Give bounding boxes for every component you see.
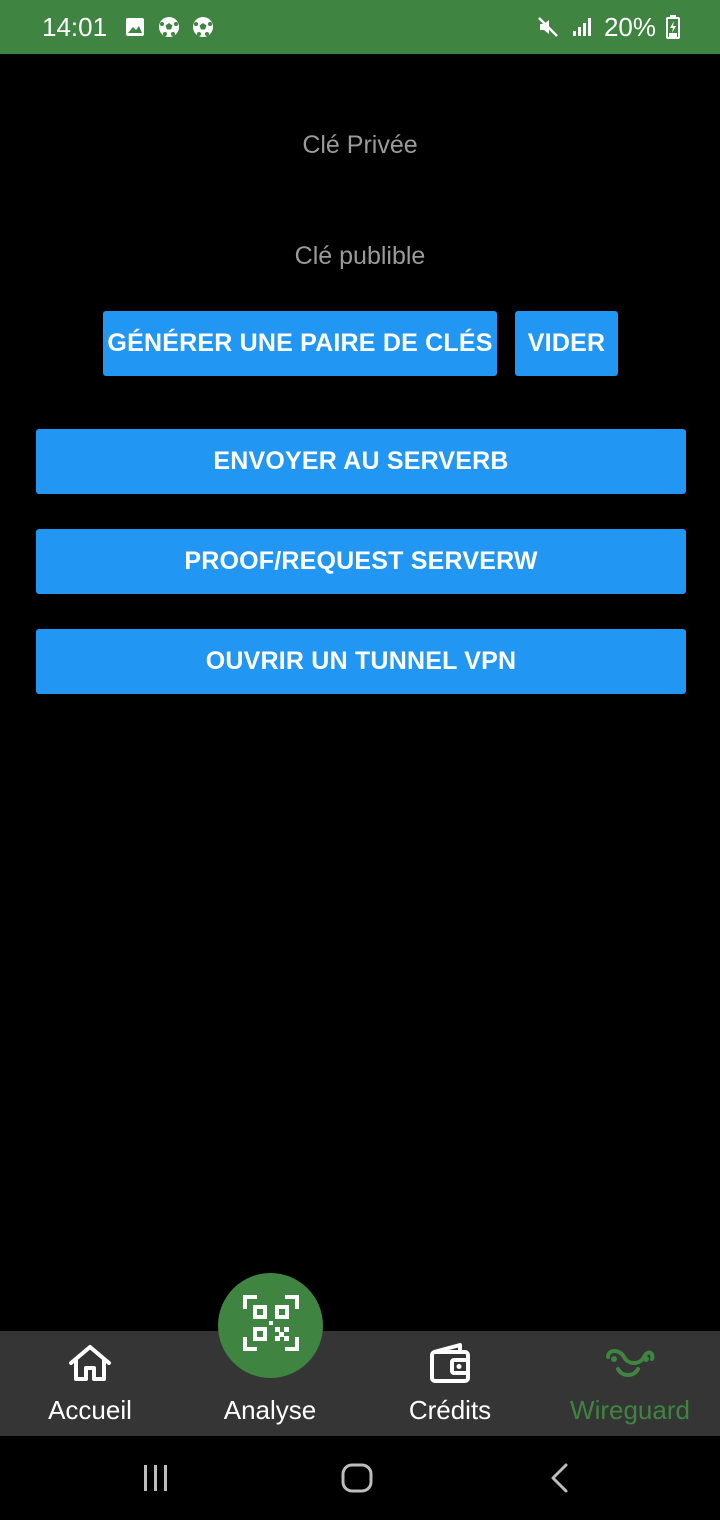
soccer-ball-icon [157, 15, 181, 39]
recent-apps-icon[interactable] [140, 1462, 172, 1499]
nav-label-wireguard: Wireguard [570, 1395, 690, 1425]
status-bar: 14:01 20% [0, 0, 720, 54]
nav-item-credits[interactable]: Crédits [360, 1331, 540, 1436]
proof-request-button[interactable]: PROOF/REQUEST SERVERW [36, 529, 686, 594]
status-time: 14:01 [42, 11, 108, 42]
mute-icon [536, 15, 560, 39]
bottom-navigation: Accueil Analyse Crédits Wireguard [0, 1331, 720, 1436]
soccer-ball-icon [191, 15, 215, 39]
nav-item-accueil[interactable]: Accueil [0, 1331, 180, 1436]
clear-button[interactable]: VIDER [515, 311, 618, 376]
private-key-label: Clé Privée [302, 131, 418, 159]
public-key-label: Clé publible [294, 242, 426, 270]
open-vpn-tunnel-button[interactable]: OUVRIR UN TUNNEL VPN [36, 629, 686, 694]
signal-icon [570, 15, 594, 39]
home-circle-icon[interactable] [340, 1462, 374, 1499]
notification-icons [123, 15, 215, 39]
nav-label-credits: Crédits [408, 1395, 492, 1425]
send-to-server-button[interactable]: ENVOYER AU SERVERB [36, 429, 686, 494]
qr-scan-icon [242, 1295, 299, 1356]
wallet-icon [428, 1341, 472, 1385]
nav-item-wireguard[interactable]: Wireguard [540, 1331, 720, 1436]
system-navigation-bar [0, 1436, 720, 1520]
app-screen: 14:01 20% Clé Privée Clé publible GÉNÉRE… [0, 0, 720, 1520]
system-status: 20% [536, 12, 680, 43]
generate-keypair-button[interactable]: GÉNÉRER UNE PAIRE DE CLÉS [103, 311, 497, 376]
scan-fab-button[interactable] [218, 1273, 323, 1378]
battery-percent: 20% [603, 11, 656, 42]
home-icon [67, 1341, 113, 1385]
wireguard-icon [604, 1341, 656, 1385]
back-icon[interactable] [546, 1462, 572, 1499]
nav-label-accueil: Accueil [48, 1395, 132, 1425]
battery-charging-icon [666, 15, 680, 39]
image-icon [123, 15, 147, 39]
nav-label-analyse: Analyse [223, 1395, 317, 1425]
